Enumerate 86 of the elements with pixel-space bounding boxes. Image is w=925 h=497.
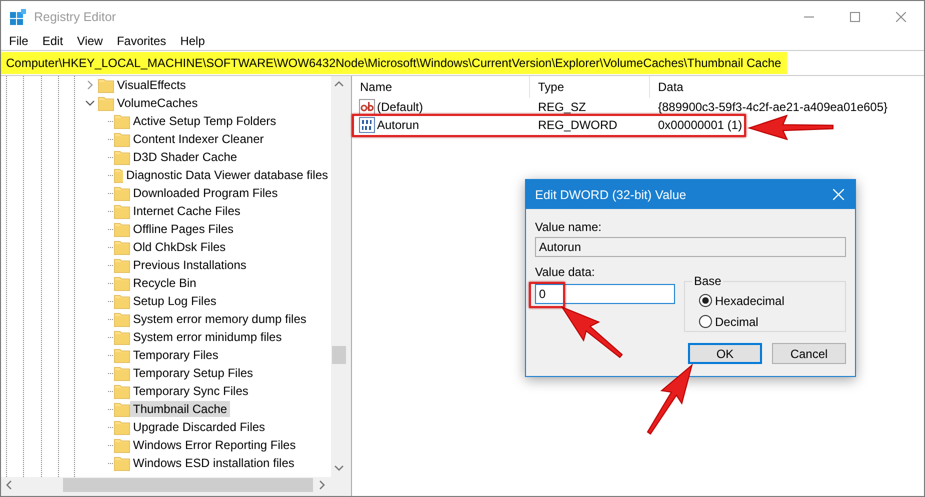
value-name[interactable]: (Default) [377, 100, 424, 114]
expand-chevron-icon[interactable] [85, 80, 95, 90]
value-data-field[interactable]: 0 [535, 284, 675, 304]
scrollbar-thumb[interactable] [332, 346, 346, 364]
tree-item[interactable]: D3D Shader Cache [130, 149, 240, 165]
folder-icon [98, 77, 114, 93]
tree-item[interactable]: Setup Log Files [130, 293, 220, 309]
folder-icon [114, 221, 130, 237]
folder-icon [98, 95, 114, 111]
column-header[interactable]: Data [650, 76, 924, 98]
tree-item[interactable]: Upgrade Discarded Files [130, 419, 268, 435]
tree-item[interactable]: Recycle Bin [130, 275, 200, 291]
folder-icon [114, 329, 130, 345]
menu-item[interactable]: View [70, 34, 110, 48]
folder-icon [114, 149, 130, 165]
value-name-field[interactable]: Autorun [535, 237, 846, 257]
tree-item[interactable]: Internet Cache Files [130, 203, 244, 219]
folder-icon [114, 311, 130, 327]
tree-item[interactable]: VolumeCaches [114, 95, 201, 111]
tree-item[interactable]: System error minidump files [130, 329, 285, 345]
scrollbar-thumb[interactable] [63, 478, 313, 492]
folder-icon [114, 383, 130, 399]
radio-button[interactable] [699, 294, 712, 307]
folder-icon [114, 401, 130, 417]
menu-item[interactable]: Help [173, 34, 212, 48]
value-type: REG_DWORD [537, 118, 618, 132]
value-data: 0x00000001 (1) [657, 118, 742, 132]
field-label: Value name: [535, 220, 602, 234]
radio-label[interactable]: Decimal [715, 314, 758, 328]
scroll-down-icon[interactable] [334, 463, 344, 473]
tree-item[interactable]: Windows ESD installation files [130, 455, 298, 471]
folder-icon [114, 275, 130, 291]
app-icon [10, 8, 26, 24]
ok-button[interactable]: OK [688, 343, 762, 364]
menu-item[interactable]: Edit [35, 34, 70, 48]
window-title: Registry Editor [34, 10, 117, 24]
tree-item[interactable]: Temporary Files [130, 347, 222, 363]
column-header[interactable]: Type [530, 76, 650, 98]
cancel-button[interactable]: Cancel [772, 343, 846, 364]
value-name[interactable]: Autorun [377, 118, 420, 132]
binary-value-icon [359, 117, 375, 133]
tree-item[interactable]: Content Indexer Cleaner [130, 131, 267, 147]
value-data: {889900c3-59f3-4c2f-ae21-a409ea01e605} [657, 100, 888, 114]
tree-item[interactable]: System error memory dump files [130, 311, 310, 327]
tree-item[interactable]: Diagnostic Data Viewer database files [123, 167, 331, 183]
scroll-right-icon[interactable] [317, 480, 327, 490]
arrow-drawing [646, 364, 693, 435]
tree-item[interactable]: Thumbnail Cache [130, 401, 230, 417]
tree-item[interactable]: Previous Installations [130, 257, 250, 273]
tree-item[interactable]: Temporary Setup Files [130, 365, 256, 381]
folder-icon [114, 131, 130, 147]
close-icon [832, 189, 844, 200]
tree-item[interactable]: Temporary Sync Files [130, 383, 252, 399]
tree-item[interactable]: VisualEffects [114, 77, 189, 93]
folder-icon [114, 203, 130, 219]
folder-icon [114, 347, 130, 363]
radio-button[interactable] [699, 315, 712, 328]
folder-icon [114, 257, 130, 273]
menu-item[interactable]: Favorites [110, 34, 174, 48]
value-type: REG_SZ [537, 100, 588, 114]
dialog-title: Edit DWORD (32-bit) Value [535, 188, 688, 202]
tree-item[interactable]: Downloaded Program Files [130, 185, 281, 201]
collapse-chevron-icon[interactable] [85, 98, 95, 108]
radio-label[interactable]: Hexadecimal [715, 294, 784, 308]
column-header[interactable]: Name [352, 76, 530, 98]
folder-icon [114, 293, 130, 309]
folder-icon [114, 167, 124, 183]
field-label: Value data: [535, 265, 596, 279]
menu-item[interactable]: File [2, 34, 36, 48]
group-label: Base [693, 274, 722, 288]
folder-icon [114, 437, 130, 453]
tree-item[interactable]: Offline Pages Files [130, 221, 236, 237]
address-field[interactable]: Computer\HKEY_LOCAL_MACHINE\SOFTWARE\WOW6432Node\Microsoft\Windows\CurrentVersion\Explorer\VolumeCaches\Thumbnail Cache [1, 52, 788, 74]
tree-item[interactable]: Active Setup Temp Folders [130, 113, 280, 129]
folder-icon [114, 185, 130, 201]
arrow-drawing [560, 306, 623, 358]
tree-item[interactable]: Old ChkDsk Files [130, 239, 229, 255]
folder-icon [114, 239, 130, 255]
folder-icon [114, 113, 130, 129]
folder-icon [114, 365, 130, 381]
close-icon [896, 12, 906, 22]
tree-item[interactable]: Windows Error Reporting Files [130, 437, 299, 453]
string-value-icon [359, 99, 375, 115]
folder-icon [114, 419, 130, 435]
maximize-icon [850, 12, 860, 22]
folder-icon [114, 455, 130, 471]
